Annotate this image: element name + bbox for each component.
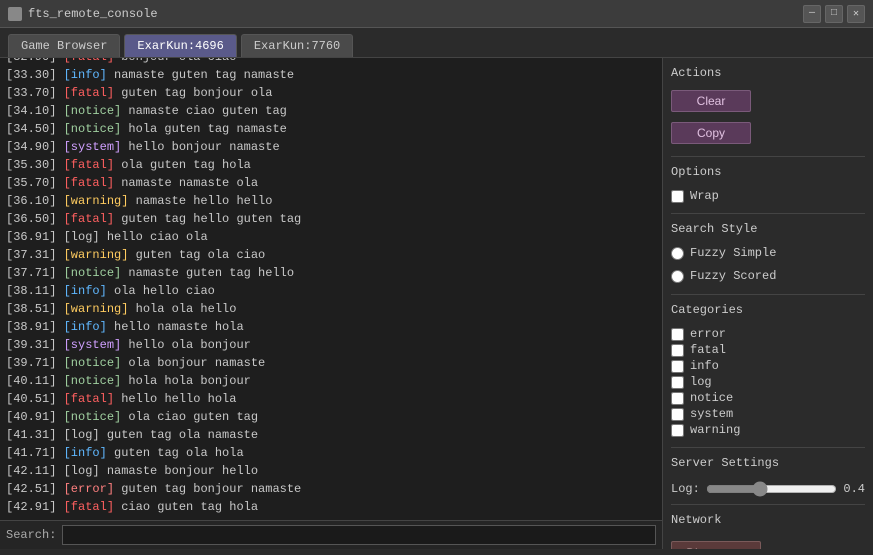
console-panel: [32.90] [fatal] bonjour ola ciao[33.30] … xyxy=(0,58,663,549)
clear-button[interactable]: Clear xyxy=(671,90,751,112)
table-row: [38.91] [info] hello namaste hola xyxy=(6,318,656,336)
category-checkbox-error[interactable] xyxy=(671,328,684,341)
minimize-button[interactable]: — xyxy=(803,5,821,23)
table-row: [32.90] [fatal] bonjour ola ciao xyxy=(6,58,656,66)
table-row: [40.11] [notice] hola hola bonjour xyxy=(6,372,656,390)
divider-network xyxy=(671,504,865,505)
table-row: [34.90] [system] hello bonjour namaste xyxy=(6,138,656,156)
category-row-fatal: fatal xyxy=(671,343,865,357)
category-checkbox-info[interactable] xyxy=(671,360,684,373)
right-panel: Actions Clear Copy Options Wrap Search S… xyxy=(663,58,873,549)
table-row: [33.70] [fatal] guten tag bonjour ola xyxy=(6,84,656,102)
close-button[interactable]: ✕ xyxy=(847,5,865,23)
category-checkbox-log[interactable] xyxy=(671,376,684,389)
category-checkbox-fatal[interactable] xyxy=(671,344,684,357)
category-label-system: system xyxy=(690,407,733,421)
search-input[interactable] xyxy=(62,525,656,545)
table-row: [42.51] [error] guten tag bonjour namast… xyxy=(6,480,656,498)
table-row: [42.11] [log] namaste bonjour hello xyxy=(6,462,656,480)
window-title: fts_remote_console xyxy=(28,7,158,21)
table-row: [38.51] [warning] hola ola hello xyxy=(6,300,656,318)
table-row: [35.30] [fatal] ola guten tag hola xyxy=(6,156,656,174)
category-checkbox-system[interactable] xyxy=(671,408,684,421)
fuzzy-scored-row: Fuzzy Scored xyxy=(671,269,865,283)
tab-Game_Browser[interactable]: Game Browser xyxy=(8,34,120,57)
table-row: [34.50] [notice] hola guten tag namaste xyxy=(6,120,656,138)
actions-title: Actions xyxy=(671,66,865,80)
table-row: [42.91] [fatal] ciao guten tag hola xyxy=(6,498,656,516)
categories-title: Categories xyxy=(671,303,865,317)
main-area: [32.90] [fatal] bonjour ola ciao[33.30] … xyxy=(0,58,873,549)
log-value: 0.4 xyxy=(843,482,865,496)
table-row: [37.71] [notice] namaste guten tag hello xyxy=(6,264,656,282)
title-bar-left: fts_remote_console xyxy=(8,7,158,21)
table-row: [40.51] [fatal] hello hello hola xyxy=(6,390,656,408)
maximize-button[interactable]: □ xyxy=(825,5,843,23)
window-controls: — □ ✕ xyxy=(803,5,865,23)
category-row-log: log xyxy=(671,375,865,389)
table-row: [37.31] [warning] guten tag ola ciao xyxy=(6,246,656,264)
table-row: [36.91] [log] hello ciao ola xyxy=(6,228,656,246)
category-label-fatal: fatal xyxy=(690,343,726,357)
wrap-checkbox[interactable] xyxy=(671,190,684,203)
app-icon xyxy=(8,7,22,21)
category-label-error: error xyxy=(690,327,726,341)
tab-ExarKun_7760[interactable]: ExarKun:7760 xyxy=(241,34,353,57)
log-slider[interactable] xyxy=(706,482,837,496)
wrap-row: Wrap xyxy=(671,189,865,203)
category-label-warning: warning xyxy=(690,423,740,437)
table-row: [41.31] [log] guten tag ola namaste xyxy=(6,426,656,444)
tab-ExarKun_4696[interactable]: ExarKun:4696 xyxy=(124,34,236,57)
category-label-info: info xyxy=(690,359,719,373)
search-bar: Search: xyxy=(0,520,662,549)
fuzzy-simple-row: Fuzzy Simple xyxy=(671,246,865,260)
category-row-info: info xyxy=(671,359,865,373)
search-label: Search: xyxy=(6,528,56,542)
wrap-label: Wrap xyxy=(690,189,719,203)
fuzzy-simple-label: Fuzzy Simple xyxy=(690,246,776,260)
table-row: [39.31] [system] hello ola bonjour xyxy=(6,336,656,354)
title-bar: fts_remote_console — □ ✕ xyxy=(0,0,873,28)
table-row: [41.71] [info] guten tag ola hola xyxy=(6,444,656,462)
search-style-title: Search Style xyxy=(671,222,865,236)
network-title: Network xyxy=(671,513,865,527)
divider-categories xyxy=(671,294,865,295)
category-label-log: log xyxy=(690,375,712,389)
table-row: [40.91] [notice] ola ciao guten tag xyxy=(6,408,656,426)
options-title: Options xyxy=(671,165,865,179)
category-checkbox-notice[interactable] xyxy=(671,392,684,405)
table-row: [34.10] [notice] namaste ciao guten tag xyxy=(6,102,656,120)
table-row: [38.11] [info] ola hello ciao xyxy=(6,282,656,300)
category-row-warning: warning xyxy=(671,423,865,437)
category-label-notice: notice xyxy=(690,391,733,405)
table-row: [35.70] [fatal] namaste namaste ola xyxy=(6,174,656,192)
copy-button[interactable]: Copy xyxy=(671,122,751,144)
console-log[interactable]: [32.90] [fatal] bonjour ola ciao[33.30] … xyxy=(0,58,662,520)
divider-search-style xyxy=(671,213,865,214)
divider-server xyxy=(671,447,865,448)
server-settings-title: Server Settings xyxy=(671,456,865,470)
category-row-system: system xyxy=(671,407,865,421)
tab-bar: Game BrowserExarKun:4696ExarKun:7760 xyxy=(0,28,873,58)
log-label: Log: xyxy=(671,482,700,496)
fuzzy-simple-radio[interactable] xyxy=(671,247,684,260)
fuzzy-scored-radio[interactable] xyxy=(671,270,684,283)
table-row: [39.71] [notice] ola bonjour namaste xyxy=(6,354,656,372)
table-row: [33.30] [info] namaste guten tag namaste xyxy=(6,66,656,84)
log-slider-row: Log: 0.4 xyxy=(671,482,865,496)
divider-options xyxy=(671,156,865,157)
category-row-notice: notice xyxy=(671,391,865,405)
disconnect-button[interactable]: Disconnect xyxy=(671,541,761,549)
table-row: [36.50] [fatal] guten tag hello guten ta… xyxy=(6,210,656,228)
fuzzy-scored-label: Fuzzy Scored xyxy=(690,269,776,283)
table-row: [36.10] [warning] namaste hello hello xyxy=(6,192,656,210)
categories-list: error fatal info log notice system warning xyxy=(671,327,865,439)
category-checkbox-warning[interactable] xyxy=(671,424,684,437)
category-row-error: error xyxy=(671,327,865,341)
